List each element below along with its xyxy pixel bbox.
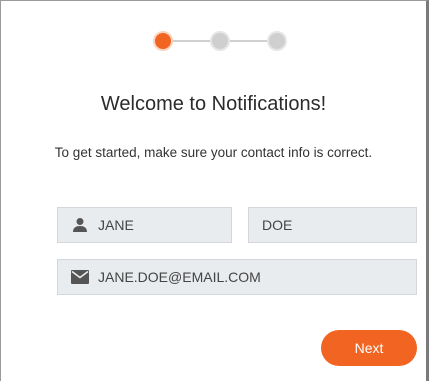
envelope-icon [70,267,90,287]
email-field[interactable]: JANE.DOE@EMAIL.COM [57,259,417,295]
progress-stepper [153,29,287,53]
email-value: JANE.DOE@EMAIL.COM [98,269,261,285]
page-subtitle: To get started, make sure your contact i… [54,145,373,160]
first-name-value: JANE [98,217,134,233]
step-3-indicator [267,31,287,51]
step-1-indicator [153,31,173,51]
stepper-connector [173,40,210,42]
next-button[interactable]: Next [321,330,417,366]
stepper-connector [230,40,267,42]
last-name-field[interactable]: DOE [248,207,417,243]
page-title: Welcome to Notifications! [100,93,327,115]
last-name-value: DOE [262,217,293,233]
first-name-field[interactable]: JANE [57,207,232,243]
dialog-panel: Welcome to Notifications! To get started… [0,0,429,381]
person-icon [70,215,90,235]
step-2-indicator [210,31,230,51]
